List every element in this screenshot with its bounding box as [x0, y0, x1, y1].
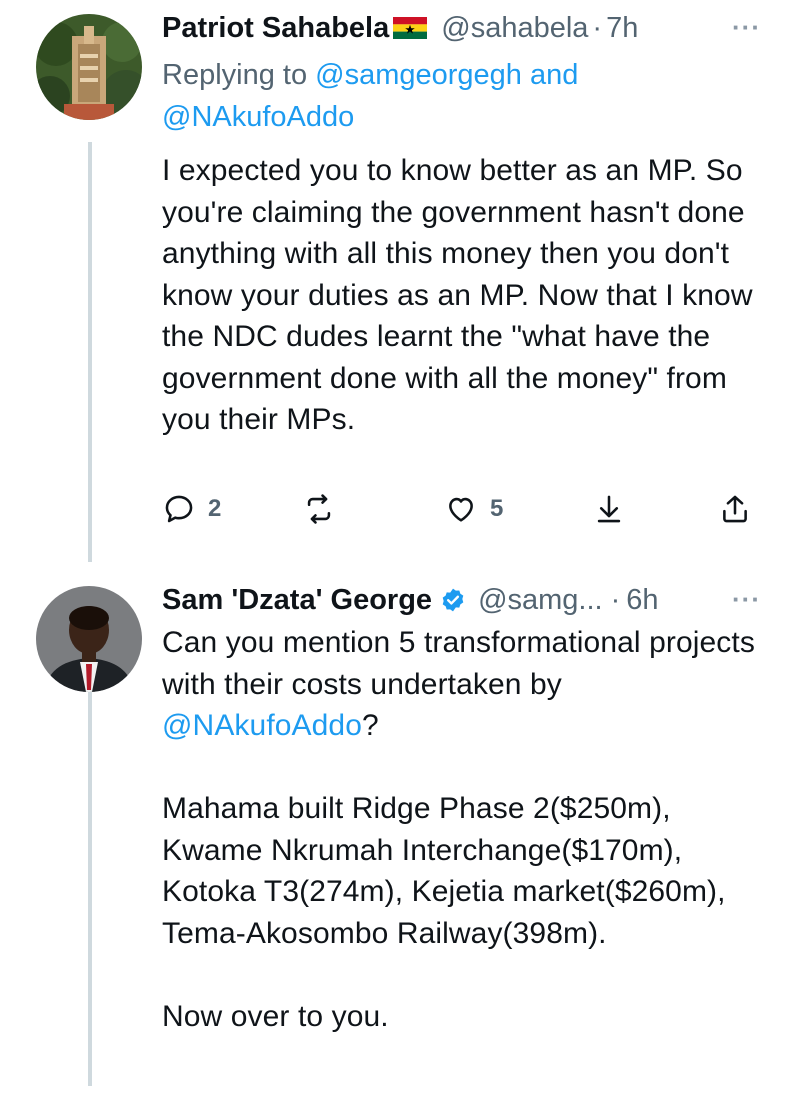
avatar-image-icon — [36, 586, 142, 692]
question-mark: ? — [362, 709, 379, 742]
tweet-text-line: Can you mention 5 transformational proje… — [162, 626, 755, 701]
reply-button[interactable]: 2 — [162, 492, 221, 526]
username[interactable]: @sahabela — [441, 12, 588, 45]
replying-and[interactable]: and — [530, 59, 578, 91]
separator-dot: · — [610, 583, 621, 616]
download-arrow-icon — [597, 495, 621, 523]
username[interactable]: @samg... — [478, 584, 603, 617]
timestamp[interactable]: 7h — [606, 12, 638, 45]
display-name[interactable]: Patriot Sahabela — [162, 12, 389, 45]
share-icon — [723, 495, 747, 523]
more-options-icon[interactable]: ··· — [732, 12, 761, 43]
tweet-header: Sam 'Dzata' George @samg... · 6h — [162, 580, 659, 620]
retweet-icon — [307, 494, 331, 524]
share-button[interactable] — [718, 492, 752, 526]
avatar[interactable] — [36, 586, 142, 692]
avatar[interactable] — [36, 14, 142, 120]
ghana-flag-icon — [393, 17, 428, 39]
tweet-text: I expected you to know better as an MP. … — [162, 150, 777, 441]
more-options-icon[interactable]: ··· — [732, 584, 761, 615]
retweet-button[interactable] — [302, 492, 336, 526]
thread-line-top — [88, 142, 92, 562]
thread-line-bottom — [88, 690, 92, 1086]
timestamp[interactable]: 6h — [626, 584, 658, 617]
replying-prefix: Replying to — [162, 59, 308, 91]
separator-dot: · — [592, 11, 603, 44]
reply-icon — [165, 495, 193, 523]
display-name[interactable]: Sam 'Dzata' George — [162, 584, 432, 617]
tweet-text: Can you mention 5 transformational proje… — [162, 622, 774, 1037]
tweet-header: Patriot Sahabela @sahabela · 7h — [162, 8, 638, 48]
verified-badge-icon — [442, 588, 464, 612]
avatar-image-icon — [36, 14, 142, 120]
tweet-actions: 2 5 — [162, 492, 762, 536]
like-button[interactable]: 5 — [444, 492, 503, 526]
mention-link[interactable]: @samgeorgegh — [315, 59, 522, 91]
tweet-body: I expected you to know better as an MP. … — [162, 154, 753, 436]
mention-link[interactable]: @NAkufoAddo — [162, 101, 354, 133]
like-count: 5 — [490, 495, 504, 522]
tweet-paragraph-2: Mahama built Ridge Phase 2($250m), Kwame… — [162, 792, 726, 950]
heart-icon — [449, 497, 473, 522]
reply-count: 2 — [208, 495, 222, 522]
download-button[interactable] — [592, 492, 626, 526]
mention-link[interactable]: @NAkufoAddo — [162, 709, 362, 742]
tweet-paragraph-1: Can you mention 5 transformational proje… — [162, 622, 774, 747]
tweet-paragraph-3: Now over to you. — [162, 999, 389, 1033]
replying-to: Replying to @samgeorgegh and @NAkufoAddo — [162, 54, 762, 138]
